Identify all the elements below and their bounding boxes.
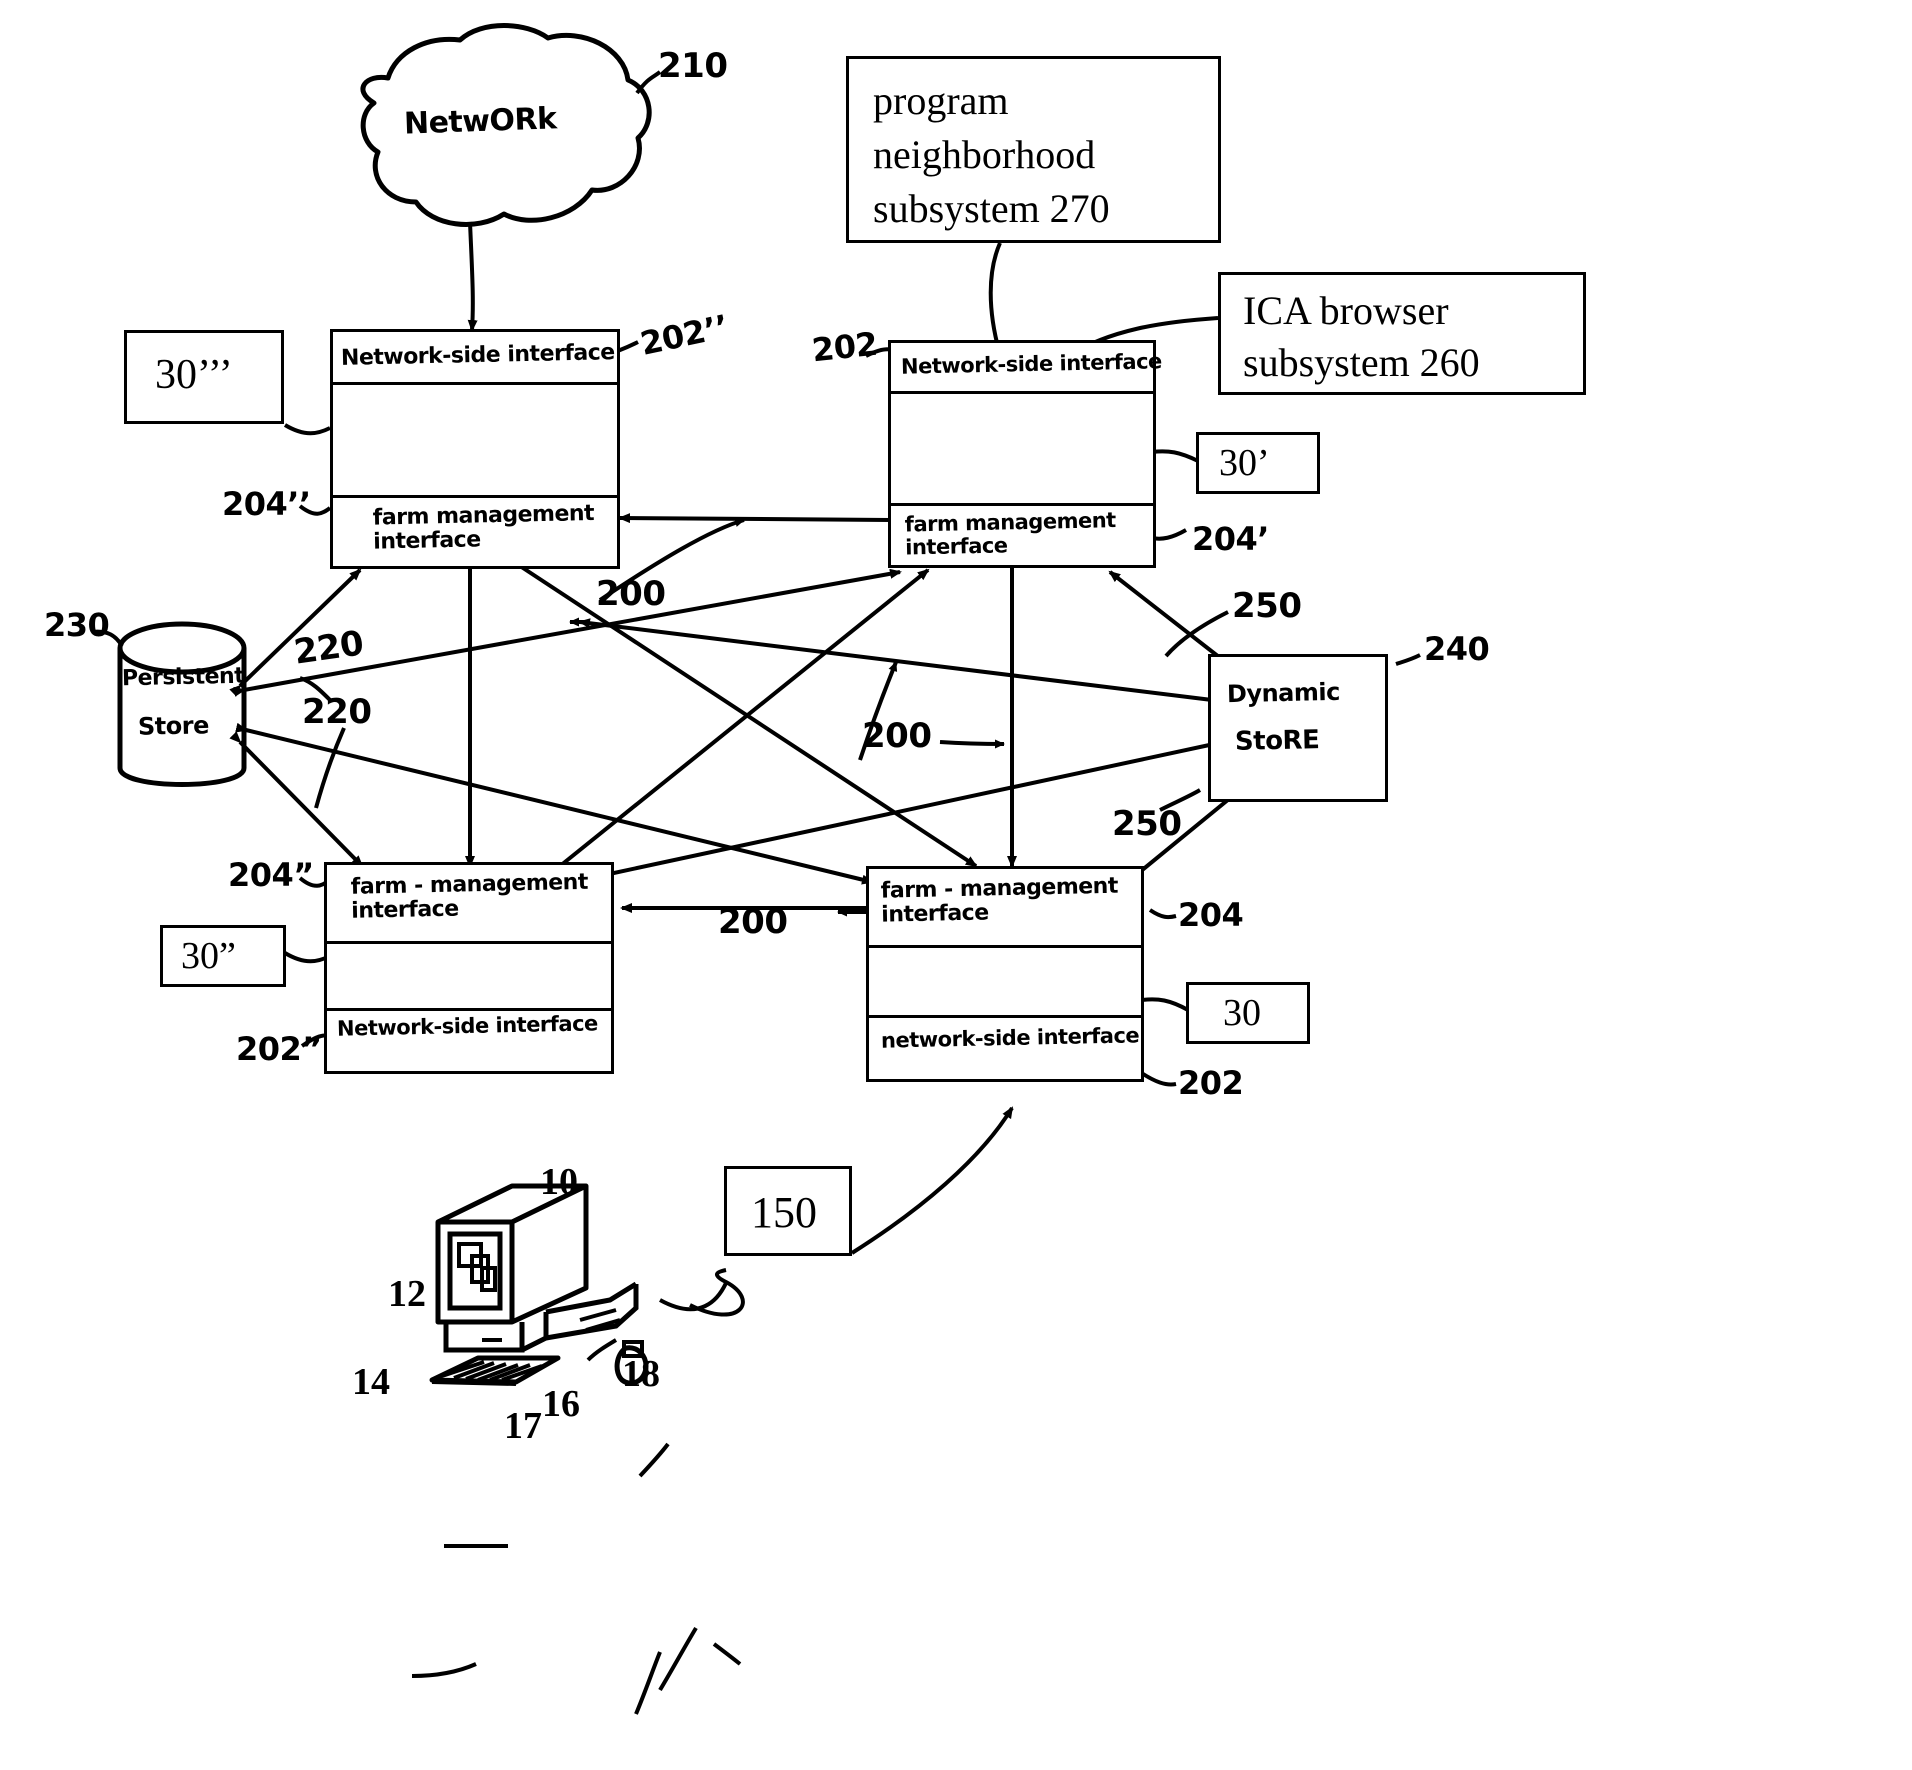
ref-box-30-prime: 30’ — [1196, 432, 1320, 494]
ref-30-triple-prime-label: 30’’’ — [155, 352, 233, 398]
ref-17-label: 17 — [504, 1405, 542, 1447]
ref-14-label: 14 — [352, 1361, 390, 1403]
server-bottom-left-divider-1 — [327, 941, 611, 944]
link-label-250-b: 250 — [1112, 804, 1182, 844]
dynamic-store-box: Dynamic StoRE — [1208, 654, 1388, 802]
server-top-right: Network-side interface farm management i… — [888, 340, 1162, 568]
ref-box-30-triple-prime: 30’’’ — [124, 330, 284, 424]
server-bottom-left-farm-mgmt-label: farm - management interface — [350, 869, 589, 924]
ref-16-label: 16 — [542, 1383, 580, 1425]
dynamic-store-label-line-2: StoRE — [1234, 725, 1320, 757]
server-bottom-left-network-side-label: Network-side interface — [336, 1011, 599, 1041]
server-top-left-divider-2 — [333, 495, 617, 498]
dynamic-store-label-line-1: Dynamic — [1226, 677, 1341, 709]
server-bottom-right-divider-2 — [869, 1015, 1141, 1018]
ica-line-2: subsystem 260 — [1243, 340, 1480, 385]
server-top-left-divider-1 — [333, 382, 617, 385]
link-label-200-a: 200 — [596, 574, 666, 614]
server-top-right-divider-1 — [891, 391, 1153, 394]
ica-line-1: ICA browser — [1243, 288, 1449, 333]
ref-30-label: 30 — [1223, 992, 1261, 1034]
ref-202-bottom-label: 202 — [1178, 1064, 1244, 1102]
link-label-200-c: 200 — [718, 902, 788, 942]
ref-202-label: 202 — [810, 324, 880, 370]
ref-150-label: 150 — [751, 1188, 817, 1237]
server-top-left-farm-mgmt-label: farm management interface — [372, 500, 595, 555]
ref-202-double-prime-bottom-label: 202” — [236, 1030, 322, 1068]
ref-18-label: 18 — [622, 1353, 660, 1395]
server-bottom-right-farm-mgmt-label: farm - management interface — [880, 873, 1119, 928]
server-top-left: Network-side interface farm management i… — [330, 329, 620, 569]
server-bottom-right-network-side-label: network-side interface — [880, 1023, 1140, 1053]
link-label-220-b: 220 — [302, 692, 372, 732]
client-link-150-box: 150 — [724, 1166, 852, 1256]
pn-line-2: neighborhood — [873, 132, 1096, 177]
ref-box-30-double-prime: 30” — [160, 925, 286, 987]
ref-30-double-prime-label: 30” — [181, 935, 236, 977]
ref-12-label: 12 — [388, 1273, 426, 1315]
pn-line-1: program — [873, 78, 1009, 123]
ica-browser-subsystem-box: ICA browser subsystem 260 — [1218, 272, 1586, 395]
persistent-store-cylinder — [117, 621, 247, 787]
link-label-250-a: 250 — [1232, 586, 1302, 626]
server-bottom-right-divider-1 — [869, 945, 1141, 948]
link-label-200-b: 200 — [862, 716, 932, 756]
ref-204-label: 204 — [1178, 896, 1244, 934]
persistent-store-label-line-2: Store — [137, 711, 210, 741]
program-neighborhood-subsystem-box: program neighborhood subsystem 270 — [846, 56, 1221, 243]
pn-line-3: subsystem 270 — [873, 186, 1110, 231]
ref-204-double-prime-label: 204’’ — [222, 485, 311, 523]
server-top-right-network-side-label: Network-side interface — [900, 349, 1163, 379]
server-top-left-network-side-label: Network-side interface — [340, 340, 615, 371]
ref-240-label: 240 — [1424, 630, 1490, 668]
network-cloud-label: NetwORk — [403, 101, 558, 142]
server-top-right-divider-2 — [891, 503, 1153, 506]
server-bottom-left-divider-2 — [327, 1008, 611, 1011]
patent-figure-canvas: NetwORk 210 program neighborhood subsyst… — [0, 0, 1912, 1770]
ref-204-prime-label: 204’ — [1192, 520, 1269, 558]
ref-30-prime-label: 30’ — [1219, 442, 1270, 484]
server-top-right-farm-mgmt-label: farm management interface — [904, 508, 1116, 560]
ref-204-double-prime-bottom-label: 204” — [228, 856, 314, 894]
server-bottom-right: farm - management interface network-side… — [866, 866, 1144, 1082]
link-label-220-a: 220 — [291, 623, 366, 673]
persistent-store-label-line-1: Persistent — [121, 663, 245, 692]
ref-box-30: 30 — [1186, 982, 1310, 1044]
ref-10-label: 10 — [540, 1161, 578, 1203]
server-bottom-left: farm - management interface Network-side… — [324, 862, 614, 1074]
ref-230-label: 230 — [44, 606, 110, 644]
ref-210-label: 210 — [658, 46, 728, 86]
